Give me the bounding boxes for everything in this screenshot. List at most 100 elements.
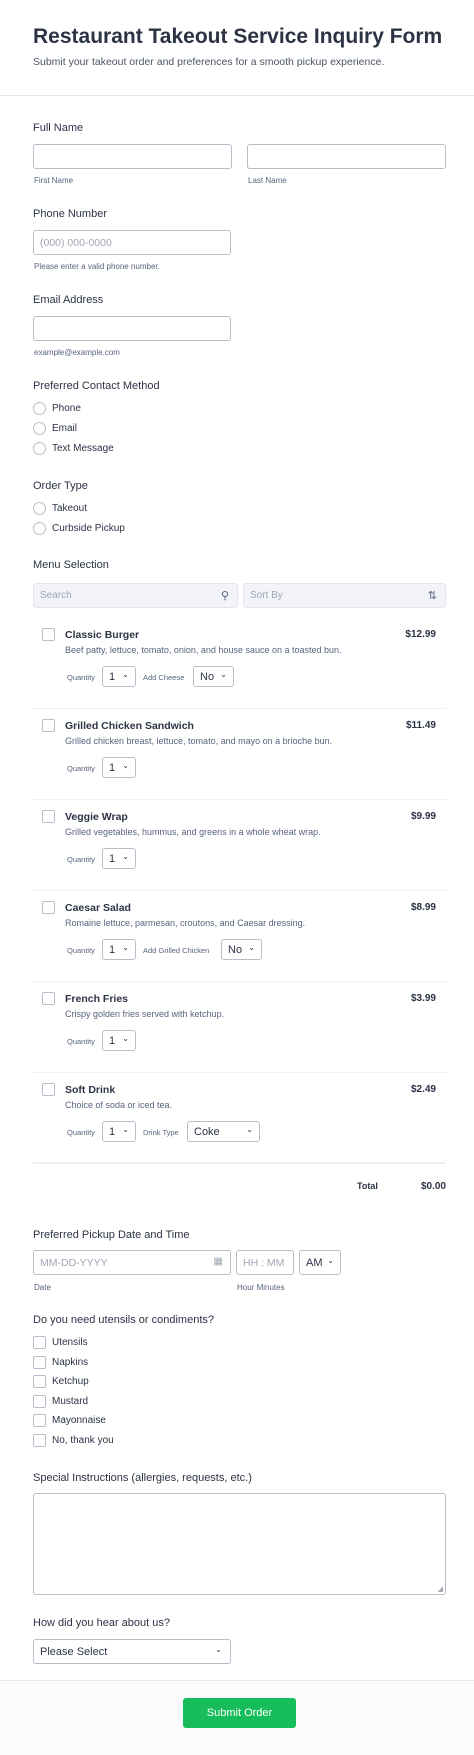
total-value: $0.00 [420,1181,446,1192]
quantity-value: 1 [109,761,116,774]
item-checkbox[interactable] [42,628,55,641]
pickup-time-input[interactable]: HH : MM [236,1250,294,1275]
menu-search-input[interactable]: Search ⚲ [33,583,238,608]
item-name: French Fries [65,993,129,1005]
chevron-down-icon: ⌄ [122,761,129,770]
contact-option-phone[interactable]: Phone [33,400,81,416]
form-page: Restaurant Takeout Service Inquiry Form … [0,0,474,1755]
checkbox-icon[interactable] [33,1374,46,1388]
radio-icon[interactable] [33,501,46,515]
item-price: $3.99 [410,993,436,1004]
quantity-select[interactable]: 1 ⌄ [102,757,136,778]
chevron-down-icon: ⌄ [122,670,129,679]
item-name: Classic Burger [65,629,140,641]
drink-type-value: Coke [194,1125,220,1138]
menu-sort-select[interactable]: Sort By ⇅ [243,583,446,608]
pickup-label: Preferred Pickup Date and Time [33,1229,190,1241]
item-checkbox[interactable] [42,719,55,732]
contact-option-email[interactable]: Email [33,420,77,436]
order-option-takeout[interactable]: Takeout [33,500,87,516]
email-input[interactable] [33,316,231,341]
radio-icon[interactable] [33,521,46,535]
chevron-down-icon: ⌄ [215,1645,222,1654]
quantity-label: Quantity [67,764,95,773]
chevron-down-icon: ⌄ [122,1034,129,1043]
search-icon[interactable]: ⚲ [221,589,229,602]
pickup-date-input[interactable]: MM-DD-YYYY ▦ [33,1250,231,1275]
utensil-option[interactable]: Ketchup [33,1373,89,1389]
radio-icon[interactable] [33,401,46,415]
option-label: Utensils [52,1336,88,1348]
checkbox-icon[interactable] [33,1433,46,1447]
add-chicken-select[interactable]: No ⌄ [221,939,262,960]
radio-icon[interactable] [33,421,46,435]
option-label: Curbside Pickup [52,522,125,534]
submit-button[interactable]: Submit Order [183,1698,296,1728]
page-title: Restaurant Takeout Service Inquiry Form [33,25,443,48]
ampm-select[interactable]: AM ⌄ [299,1250,341,1275]
quantity-select[interactable]: 1 ⌄ [102,666,136,687]
contact-option-text[interactable]: Text Message [33,440,114,456]
checkbox-icon[interactable] [33,1394,46,1408]
option-label: Text Message [52,442,114,454]
utensil-option[interactable]: No, thank you [33,1432,114,1448]
email-label: Email Address [33,294,104,306]
instructions-textarea[interactable]: ◢ [33,1493,446,1595]
item-checkbox[interactable] [42,992,55,1005]
utensils-label: Do you need utensils or condiments? [33,1314,214,1326]
utensil-option[interactable]: Utensils [33,1334,88,1350]
item-checkbox[interactable] [42,1083,55,1096]
utensil-option[interactable]: Mustard [33,1393,88,1409]
quantity-value: 1 [109,943,116,956]
chevron-down-icon: ⌄ [122,852,129,861]
quantity-label: Quantity [67,855,95,864]
item-price: $12.99 [405,629,436,640]
chevron-down-icon: ⌄ [122,943,129,952]
item-name: Veggie Wrap [65,811,128,823]
option-label: Mayonnaise [52,1414,106,1426]
item-checkbox[interactable] [42,901,55,914]
ampm-value: AM [306,1256,323,1269]
first-name-input[interactable] [33,144,232,169]
utensil-option[interactable]: Napkins [33,1354,88,1370]
quantity-select[interactable]: 1 ⌄ [102,1030,136,1051]
add-cheese-select[interactable]: No ⌄ [193,666,234,687]
last-name-input[interactable] [247,144,446,169]
calendar-icon[interactable]: ▦ [214,1256,223,1267]
option-label: Mustard [52,1395,89,1407]
checkbox-icon[interactable] [33,1355,46,1369]
quantity-value: 1 [109,1034,116,1047]
quantity-value: 1 [109,852,116,865]
resize-handle-icon[interactable]: ◢ [438,1585,443,1593]
item-checkbox[interactable] [42,810,55,823]
menu-item: Veggie Wrap Grilled vegetables, hummus, … [33,800,446,891]
item-name: Grilled Chicken Sandwich [65,720,194,732]
quantity-select[interactable]: 1 ⌄ [102,848,136,869]
referral-select[interactable]: Please Select ⌄ [33,1639,231,1664]
time-sublabel: Hour Minutes [237,1283,285,1292]
menu-item: Classic Burger Beef patty, lettuce, toma… [33,618,446,709]
form-header: Restaurant Takeout Service Inquiry Form … [0,0,474,96]
last-name-sublabel: Last Name [248,176,287,185]
sort-icon[interactable]: ⇅ [428,589,437,602]
menu-item: Caesar Salad Romaine lettuce, parmesan, … [33,891,446,982]
chevron-down-icon: ⌄ [246,1125,253,1134]
option-label: Phone [52,402,81,414]
radio-icon[interactable] [33,441,46,455]
quantity-select[interactable]: 1 ⌄ [102,939,136,960]
referral-value: Please Select [40,1645,108,1658]
drink-type-select[interactable]: Coke ⌄ [187,1121,260,1142]
drink-type-label: Drink Type [143,1128,179,1137]
total-label: Total [357,1181,378,1191]
checkbox-icon[interactable] [33,1335,46,1349]
utensil-option[interactable]: Mayonnaise [33,1412,106,1428]
item-description: Beef patty, lettuce, tomato, onion, and … [65,645,342,655]
checkbox-icon[interactable] [33,1413,46,1427]
quantity-select[interactable]: 1 ⌄ [102,1121,136,1142]
quantity-label: Quantity [67,1128,95,1137]
instructions-label: Special Instructions (allergies, request… [33,1472,252,1484]
order-option-curbside[interactable]: Curbside Pickup [33,520,125,536]
menu-item: Grilled Chicken Sandwich Grilled chicken… [33,709,446,800]
phone-input[interactable]: (000) 000-0000 [33,230,231,255]
item-description: Crispy golden fries served with ketchup. [65,1009,225,1019]
